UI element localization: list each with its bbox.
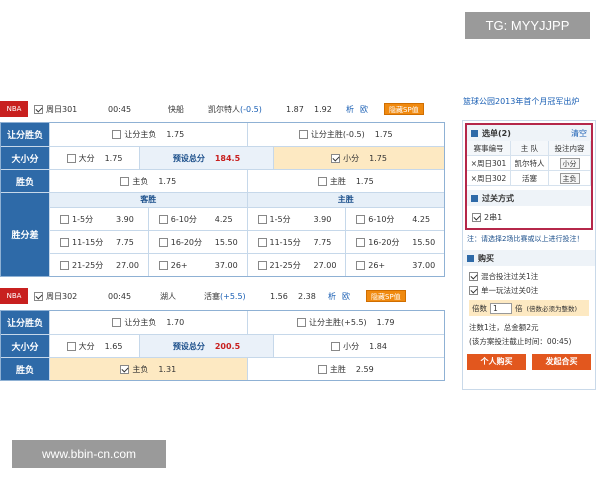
option-cell[interactable]: 大分 1.65 <box>49 335 139 357</box>
odd-2: 2.38 <box>298 291 316 301</box>
option-cell[interactable]: 21-25分 27.00 <box>49 254 148 276</box>
analysis-link[interactable]: 析 <box>328 291 336 302</box>
option-cell[interactable]: 16-20分 15.50 <box>147 231 247 253</box>
option-cell[interactable]: 16-20分 15.50 <box>345 231 444 253</box>
deadline: (该方案投注截止时间：00:45) <box>469 337 572 346</box>
multiplier-hint: (倍数必须为整数) <box>526 305 578 313</box>
clear-link[interactable]: 清空 <box>571 128 587 139</box>
match-time: 00:45 <box>108 104 132 114</box>
match-bar-2: NBA 周日302 00:45 湖人 活塞 (+5.5) 1.56 2.38 析… <box>0 288 447 304</box>
option-single[interactable]: 单一玩法过关0注 <box>469 283 589 297</box>
margin-grid: 客胜 主胜 1-5分 3.90 6-10分 4.25 1-5分 3.90 6-10分 4.… <box>49 193 444 276</box>
option-cell[interactable]: 让分主负 1.75 <box>49 123 247 146</box>
odd-1: 1.56 <box>270 291 288 301</box>
pass-title: 过关方式 <box>482 193 514 203</box>
buy-title: 购买 <box>478 253 494 263</box>
option-cell[interactable]: 6-10分 4.25 <box>345 208 444 230</box>
match-1-table: 让分胜负 让分主负 1.75 让分主胜(-0.5) 1.75 大小分 大分 1.75 … <box>0 122 445 277</box>
league-badge: NBA <box>0 101 28 117</box>
row-label: 胜分差 <box>1 193 49 276</box>
buy-button[interactable]: 个人购买 <box>467 354 526 370</box>
list-icon <box>471 129 478 137</box>
match-bar-1: NBA 周日301 00:45 快船 凯尔特人 (-0.5) 1.87 1.92… <box>0 101 447 117</box>
option-cell[interactable]: 11-15分 7.75 <box>49 231 148 253</box>
option-cell[interactable]: 21-25分 27.00 <box>246 254 346 276</box>
guest-win-header: 客胜 <box>49 193 247 207</box>
pick-chip[interactable]: 主负 <box>559 172 580 184</box>
home-team: 湖人 <box>160 291 176 301</box>
watermark-top: TG: MYYJJPP <box>465 12 590 39</box>
option-cell[interactable]: 让分主负 1.70 <box>49 311 247 334</box>
match-day: 周日302 <box>46 291 78 301</box>
news-link[interactable]: 篮球公园2013年首个月冠军出炉 <box>463 96 599 107</box>
match-checkbox[interactable] <box>34 291 43 301</box>
option-cell-selected[interactable]: 小分 1.75 <box>273 147 444 169</box>
bet-slip-panel: 选单(2) 清空 赛事编号 主 队 投注内容 ×周日301 凯尔特人 小分 ×周… <box>462 120 596 390</box>
handicap: (-0.5) <box>240 104 262 114</box>
odd-2: 1.92 <box>314 104 332 114</box>
remove-item[interactable]: ×周日301 <box>467 156 511 171</box>
row-label: 胜负 <box>1 170 49 192</box>
option-cell[interactable]: 主胜 1.75 <box>246 170 445 192</box>
list-icon <box>467 254 474 262</box>
hide-sp-button[interactable]: 隐藏SP值 <box>366 290 406 302</box>
home-team: 快船 <box>168 104 184 114</box>
selection-row: ×周日302 活塞 主负 <box>467 171 591 186</box>
th-match-no: 赛事编号 <box>467 141 511 156</box>
row-label: 大小分 <box>1 335 49 357</box>
th-home: 主 队 <box>511 141 549 156</box>
option-cell[interactable]: 小分 1.84 <box>273 335 444 357</box>
selection-row: ×周日301 凯尔特人 小分 <box>467 156 591 171</box>
th-content: 投注内容 <box>549 141 591 156</box>
note: 注：请选择2场比赛或以上进行投注！ <box>467 235 584 243</box>
option-cell[interactable]: 1-5分 3.90 <box>49 208 148 230</box>
remove-item[interactable]: ×周日302 <box>467 171 511 186</box>
match-2-table: 让分胜负 让分主负 1.70 让分主胜(+5.5) 1.79 大小分 大分 1.65 … <box>0 310 445 381</box>
row-label: 让分胜负 <box>1 123 49 146</box>
watermark-bottom: www.bbin-cn.com <box>12 440 166 468</box>
pass-option[interactable]: 2串1 <box>467 206 591 228</box>
away-team: 活塞 <box>204 291 220 301</box>
row-label: 让分胜负 <box>1 311 49 334</box>
option-cell[interactable]: 1-5分 3.90 <box>246 208 346 230</box>
selection-title: 选单(2) <box>482 128 511 138</box>
selection-box: 选单(2) 清空 赛事编号 主 队 投注内容 ×周日301 凯尔特人 小分 ×周… <box>465 123 593 230</box>
odd-1: 1.87 <box>286 104 304 114</box>
away-team: 凯尔特人 <box>208 104 240 114</box>
preset-total: 预设总分 200.5 <box>139 335 273 357</box>
row-label: 胜负 <box>1 358 49 380</box>
list-icon <box>471 194 478 202</box>
option-cell[interactable]: 大分 1.75 <box>49 147 139 169</box>
multiplier-input[interactable]: 1 <box>490 302 512 314</box>
league-badge: NBA <box>0 288 28 304</box>
option-cell[interactable]: 6-10分 4.25 <box>147 208 247 230</box>
odds-link[interactable]: 欧 <box>360 104 368 115</box>
multiplier-label: 倍数 <box>472 303 487 313</box>
hide-sp-button[interactable]: 隐藏SP值 <box>384 103 424 115</box>
option-cell[interactable]: 主负 1.75 <box>49 170 247 192</box>
summary: 注数1注，总金额2元 <box>469 323 539 332</box>
row-label: 大小分 <box>1 147 49 169</box>
handicap: (+5.5) <box>220 291 246 301</box>
analysis-link[interactable]: 析 <box>346 104 354 115</box>
option-cell[interactable]: 11-15分 7.75 <box>246 231 346 253</box>
option-mixed[interactable]: 混合投注过关1注 <box>469 269 589 283</box>
match-checkbox[interactable] <box>34 104 43 114</box>
option-cell[interactable]: 让分主胜(+5.5) 1.79 <box>246 311 445 334</box>
match-time: 00:45 <box>108 291 132 301</box>
option-cell-selected[interactable]: 主负 1.31 <box>49 358 247 380</box>
launch-button[interactable]: 发起合买 <box>532 354 591 370</box>
option-cell[interactable]: 26+ 37.00 <box>147 254 247 276</box>
multiplier-row: 倍数 1 倍 (倍数必须为整数) <box>469 300 589 316</box>
host-win-header: 主胜 <box>246 193 445 207</box>
pick-chip[interactable]: 小分 <box>559 157 580 169</box>
odds-link[interactable]: 欧 <box>342 291 350 302</box>
option-cell[interactable]: 让分主胜(-0.5) 1.75 <box>246 123 445 146</box>
option-cell[interactable]: 主胜 2.59 <box>246 358 445 380</box>
preset-total: 预设总分 184.5 <box>139 147 273 169</box>
multiplier-unit: 倍 <box>515 303 523 313</box>
match-day: 周日301 <box>46 104 78 114</box>
option-cell[interactable]: 26+ 37.00 <box>345 254 444 276</box>
